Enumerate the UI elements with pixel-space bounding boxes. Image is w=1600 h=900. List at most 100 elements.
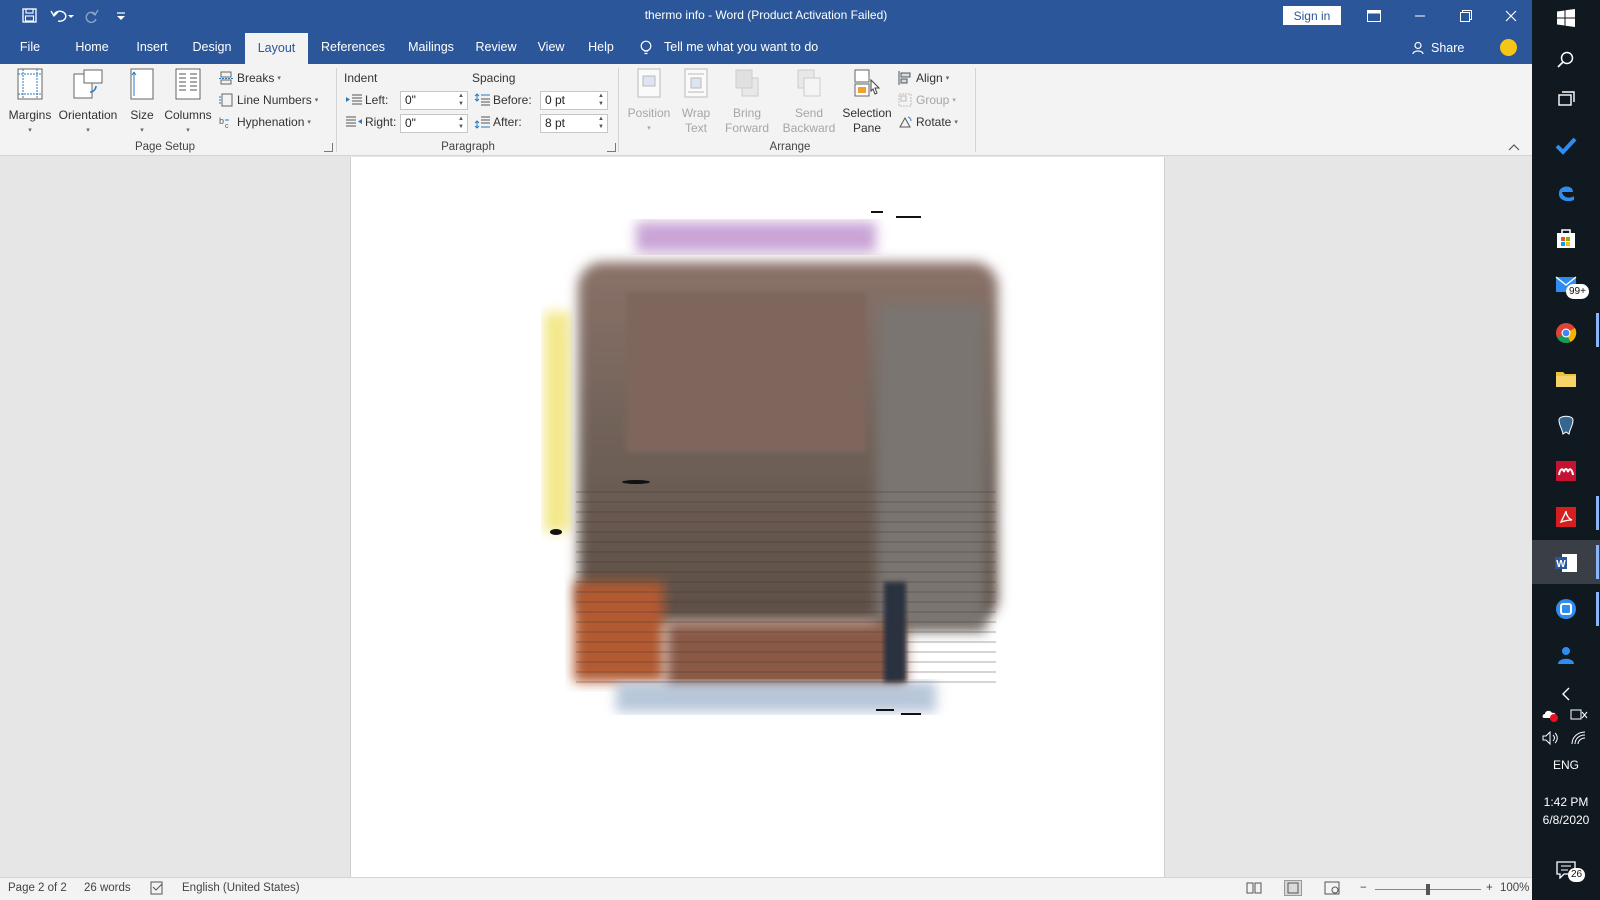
todo-icon[interactable] [1554, 134, 1578, 158]
tab-references[interactable]: References [312, 31, 394, 64]
zoom-slider-thumb[interactable] [1426, 884, 1430, 895]
columns-button[interactable]: Columns ▾ [162, 68, 214, 138]
web-layout-icon[interactable] [1324, 881, 1340, 898]
postgres-icon[interactable] [1554, 413, 1578, 437]
indent-right-spinner-icon[interactable]: ▲ ▼ [455, 115, 467, 132]
bring-forward-button[interactable]: Bring Forward [718, 68, 776, 136]
ribbon-display-options-icon[interactable] [1352, 0, 1396, 31]
edge-icon[interactable] [1554, 180, 1578, 204]
ribbon: Margins ▾ Orientation ▾ Size ▾ Columns ▾… [0, 64, 1532, 156]
close-icon[interactable] [1489, 0, 1533, 31]
user-app-icon[interactable] [1554, 643, 1578, 667]
indent-right-input[interactable]: 0" ▲ ▼ [400, 114, 468, 133]
spacing-before-input[interactable]: 0 pt ▲ ▼ [540, 91, 608, 110]
line-numbers-button[interactable]: Line Numbers ▾ [219, 90, 318, 110]
minimize-icon[interactable] [1398, 0, 1442, 31]
send-backward-icon [778, 68, 840, 102]
zoom-in-button[interactable]: + [1486, 882, 1493, 894]
share-button[interactable]: Share [1412, 31, 1464, 64]
wifi-icon[interactable] [1570, 731, 1588, 748]
tab-file[interactable]: File [8, 31, 52, 64]
tab-help[interactable]: Help [578, 31, 624, 64]
wrap-text-button[interactable]: Wrap Text [676, 68, 716, 136]
hyphenation-label: Hyphenation [237, 115, 305, 129]
position-button[interactable]: Position ▾ [624, 68, 674, 136]
indent-left-spinner-icon[interactable]: ▲ ▼ [455, 92, 467, 109]
size-label: Size [130, 108, 154, 122]
tab-review[interactable]: Review [468, 31, 524, 64]
undo-icon[interactable] [48, 0, 76, 31]
document-page[interactable] [350, 157, 1165, 877]
acrobat-icon[interactable] [1554, 505, 1578, 529]
volume-icon[interactable] [1542, 730, 1560, 748]
spacing-before-spinner-icon[interactable]: ▲ ▼ [595, 92, 607, 109]
windows-start-icon[interactable] [1554, 6, 1578, 30]
orientation-button[interactable]: Orientation ▾ [56, 68, 120, 138]
zoom-out-button[interactable]: − [1360, 882, 1367, 894]
clock-time[interactable]: 1:42 PM [1532, 795, 1600, 809]
spacing-before-label: Before: [474, 90, 532, 110]
group-icon [898, 93, 912, 107]
tab-insert[interactable]: Insert [124, 31, 180, 64]
task-view-icon[interactable] [1554, 88, 1578, 112]
word-icon[interactable]: W [1554, 551, 1578, 575]
inserted-picture[interactable] [516, 192, 1026, 747]
store-icon[interactable] [1554, 226, 1578, 250]
group-button[interactable]: Group ▾ [898, 90, 956, 110]
tab-layout[interactable]: Layout [245, 33, 308, 64]
mendeley-icon[interactable] [1554, 459, 1578, 483]
running-indicator [1596, 313, 1599, 347]
meet-app-icon[interactable] [1554, 597, 1578, 621]
sign-in-button[interactable]: Sign in [1283, 6, 1341, 25]
breaks-button[interactable]: Breaks ▾ [219, 68, 281, 88]
restore-icon[interactable] [1444, 0, 1488, 31]
paragraph-launcher-icon[interactable] [607, 143, 616, 152]
zoom-slider[interactable] [1375, 884, 1481, 895]
page-setup-launcher-icon[interactable] [324, 143, 333, 152]
align-button[interactable]: Align ▾ [898, 68, 949, 88]
size-button[interactable]: Size ▾ [124, 68, 160, 138]
redo-icon[interactable] [82, 0, 102, 31]
customize-quick-access-icon[interactable] [112, 0, 130, 31]
tab-mailings[interactable]: Mailings [398, 31, 464, 64]
clock-date[interactable]: 6/8/2020 [1532, 813, 1600, 827]
collapse-ribbon-icon[interactable] [1508, 140, 1520, 154]
arrange-group-label: Arrange [769, 141, 811, 153]
search-icon[interactable] [1554, 48, 1578, 72]
file-explorer-icon[interactable] [1554, 367, 1578, 391]
tab-home[interactable]: Home [62, 31, 122, 64]
indent-left-input[interactable]: 0" ▲ ▼ [400, 91, 468, 110]
spacing-after-input[interactable]: 8 pt ▲ ▼ [540, 114, 608, 133]
save-icon[interactable] [18, 0, 40, 31]
spacing-after-spinner-icon[interactable]: ▲ ▼ [595, 115, 607, 132]
bring-forward-icon [718, 68, 776, 102]
proofing-icon[interactable] [150, 881, 164, 898]
feedback-smiley-icon[interactable] [1500, 39, 1517, 56]
word-count[interactable]: 26 words [84, 882, 131, 894]
show-hidden-icons-chevron-icon[interactable] [1554, 682, 1578, 706]
keyboard-language[interactable]: ENG [1532, 758, 1600, 772]
input-method-icon[interactable] [1570, 708, 1588, 725]
zoom-level[interactable]: 100% [1500, 882, 1529, 894]
print-layout-icon[interactable] [1284, 880, 1302, 899]
rotate-button[interactable]: Rotate ▾ [898, 112, 958, 132]
read-mode-icon[interactable] [1246, 881, 1262, 898]
chrome-icon[interactable] [1554, 321, 1578, 345]
onedrive-error-icon[interactable] [1542, 708, 1560, 725]
tell-me-search[interactable]: Tell me what you want to do [640, 31, 818, 64]
orientation-icon [56, 68, 120, 104]
tab-design[interactable]: Design [182, 31, 242, 64]
document-canvas[interactable] [0, 157, 1532, 877]
hyphenation-button[interactable]: bc Hyphenation ▾ [219, 112, 311, 132]
status-bar: Page 2 of 2 26 words English (United Sta… [0, 877, 1532, 900]
page-count[interactable]: Page 2 of 2 [8, 882, 67, 894]
svg-text:c: c [225, 123, 229, 129]
send-backward-button[interactable]: Send Backward [778, 68, 840, 136]
language-status[interactable]: English (United States) [182, 882, 300, 894]
selection-pane-label: Selection [842, 106, 892, 120]
selection-pane-button[interactable]: Selection Pane [838, 68, 896, 136]
spacing-heading: Spacing [472, 71, 516, 85]
margins-button[interactable]: Margins ▾ [6, 68, 54, 138]
tab-view[interactable]: View [528, 31, 574, 64]
bring-forward-label: Bring [732, 106, 761, 120]
